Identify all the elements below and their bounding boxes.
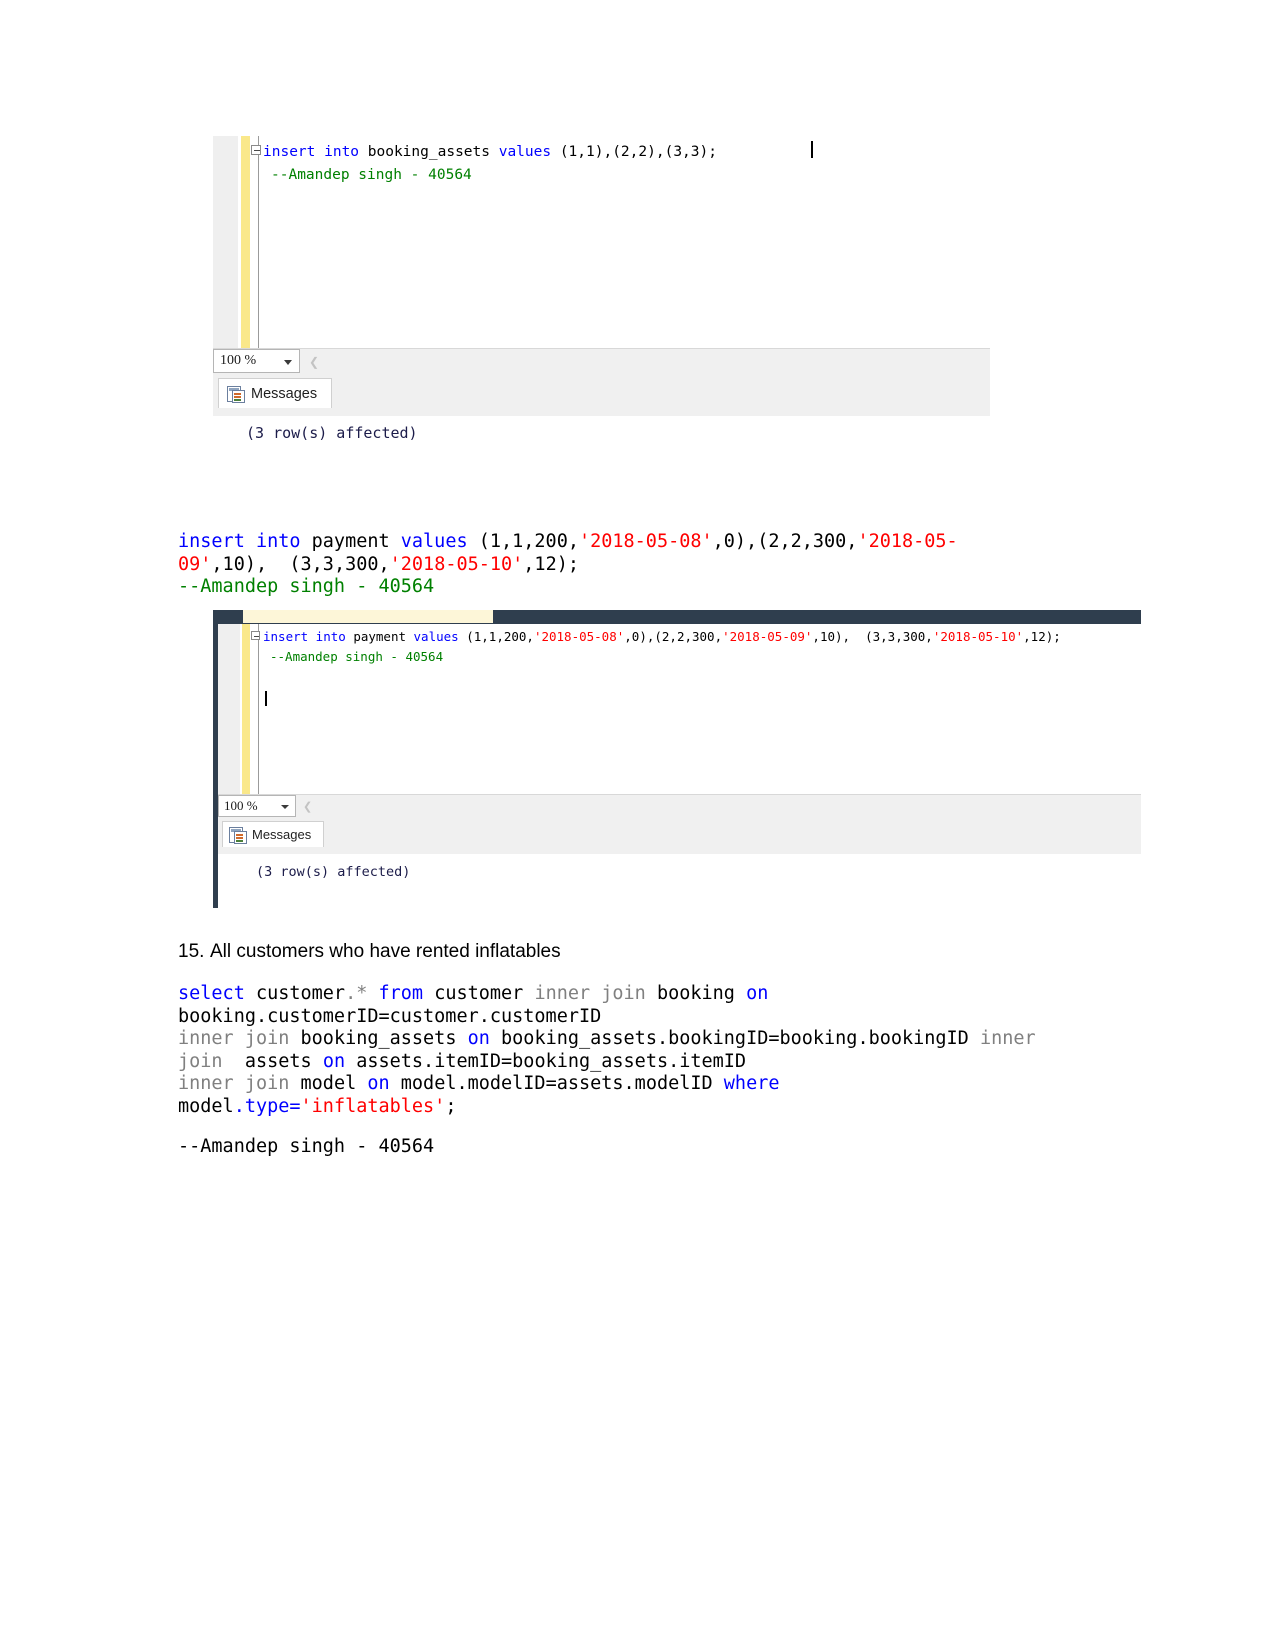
rows-affected-message-2: (3 row(s) affected) [256, 864, 411, 880]
zoom-level-value: 100 % [220, 353, 257, 368]
chevron-down-icon [284, 360, 292, 365]
editor-change-bar [241, 136, 250, 348]
ssms-screenshot-2: insert into payment values (1,1,200,'201… [213, 610, 1141, 908]
messages-pane-2: (3 row(s) affected) [218, 854, 1141, 908]
results-tabstrip-1: Messages [213, 374, 990, 416]
tab-messages-1-label: Messages [251, 385, 318, 402]
partial-previous-line [243, 610, 493, 623]
editor-2-zoom-bar: 100 % ❮ [218, 794, 1141, 819]
zoom-level-dropdown-2[interactable]: 100 % [218, 795, 296, 817]
sql-editor-1-line-2: --Amandep singh - 40564 [271, 167, 472, 183]
editor-2-change-bar [242, 624, 250, 794]
messages-icon-2 [229, 826, 247, 844]
collapse-region-icon-2[interactable] [251, 631, 260, 640]
zoom-level-value-2: 100 % [224, 798, 258, 813]
payment-insert-code-block: insert into payment values (1,1,200,'201… [178, 531, 958, 597]
sql-editor-2-line-2: --Amandep singh - 40564 [270, 649, 444, 664]
rows-affected-message-1: (3 row(s) affected) [246, 424, 418, 442]
results-tabstrip-2: Messages [218, 818, 1141, 854]
sql-editor-2[interactable]: insert into payment values (1,1,200,'201… [218, 624, 1141, 794]
tab-messages-2-label: Messages [252, 827, 312, 842]
text-caret [811, 141, 813, 158]
payment-block-signature: --Amandep singh - 40564 [178, 576, 435, 597]
ssms-screenshot-1: insert into booking_assets values (1,1),… [213, 136, 990, 416]
messages-icon [227, 385, 245, 403]
editor-2-indent-guide [258, 624, 259, 794]
scroll-left-icon-2[interactable]: ❮ [303, 800, 312, 813]
question-15-text: All customers who have rented inflatable… [210, 941, 561, 962]
question-15-heading: 15. All customers who have rented inflata… [178, 941, 1078, 963]
editor-1-zoom-bar: 100 % ❮ [213, 348, 990, 375]
question-15-number: 15. [178, 941, 205, 962]
editor-gutter-margin [213, 136, 238, 348]
tab-messages-1[interactable]: Messages [218, 378, 333, 408]
sql-editor-2-line-1: insert into payment values (1,1,200,'201… [263, 629, 1061, 644]
document-page: insert into booking_assets values (1,1),… [0, 0, 1275, 1650]
text-caret-2 [265, 691, 267, 706]
chevron-down-icon-2 [281, 805, 289, 809]
select-query-code-block: select customer.* from customer inner jo… [178, 983, 1036, 1117]
tab-messages-2[interactable]: Messages [222, 821, 325, 847]
select-block-signature: --Amandep singh - 40564 [178, 1136, 435, 1157]
collapse-region-icon[interactable] [251, 145, 261, 155]
editor-indent-guide [258, 136, 259, 348]
sql-editor-1[interactable]: insert into booking_assets values (1,1),… [213, 136, 990, 348]
editor-2-gutter-margin [218, 624, 240, 794]
sql-editor-1-line-1: insert into booking_assets values (1,1),… [263, 144, 717, 160]
messages-pane-1: (3 row(s) affected) [213, 416, 990, 471]
zoom-level-dropdown[interactable]: 100 % [213, 349, 300, 373]
scroll-left-icon[interactable]: ❮ [309, 355, 319, 369]
